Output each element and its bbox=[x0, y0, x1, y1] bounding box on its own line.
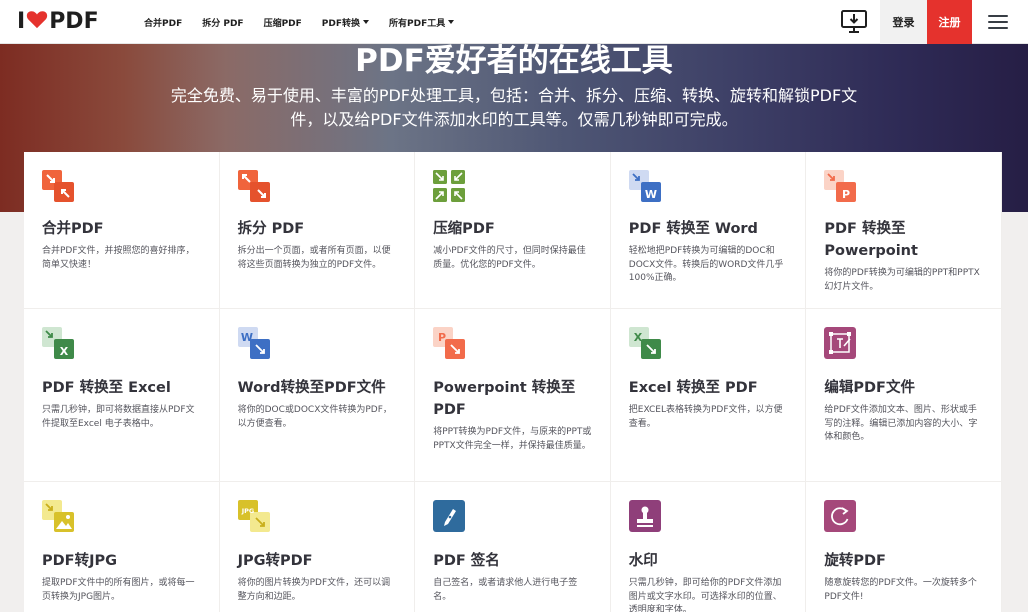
pdf-to-excel-icon: X bbox=[42, 327, 74, 359]
tool-description: 只需几秒钟，即可将数据直接从PDF文件提取至Excel 电子表格中。 bbox=[42, 405, 195, 429]
tool-description: 随意旋转您的PDF文件。一次旋转多个PDF文件! bbox=[824, 578, 977, 602]
tool-description: 轻松地把PDF转换为可编辑的DOC和DOCX文件。转换后的WORD文件几乎100… bbox=[628, 246, 784, 283]
tool-title: Word转换至PDF文件 bbox=[237, 380, 386, 396]
svg-text:X: X bbox=[60, 345, 69, 358]
tool-card-watermark[interactable]: 水印 只需几秒钟，即可给你的PDF文件添加图片或文字水印。可选择水印的位置、透明… bbox=[610, 482, 807, 612]
pdf-to-ppt-icon: P bbox=[824, 170, 857, 202]
rotate-pdf-icon bbox=[824, 500, 857, 532]
tool-card-rotate-pdf[interactable]: 旋转PDF 随意旋转您的PDF文件。一次旋转多个PDF文件! bbox=[806, 482, 1002, 612]
tool-description: 拆分出一个页面，或者所有页面，以便将这些页面转换为独立的PDF文件。 bbox=[237, 246, 391, 270]
tool-title: PDF转JPG bbox=[42, 553, 117, 569]
caret-down-icon bbox=[363, 20, 370, 24]
tool-card-pdf-to-jpg[interactable]: PDF转JPG 提取PDF文件中的所有图片，或将每一页转换为JPG图片。 bbox=[24, 482, 220, 612]
nav-label: 拆分 PDF bbox=[202, 18, 244, 29]
tool-title: 编辑PDF文件 bbox=[824, 380, 915, 396]
login-button[interactable]: 登录 bbox=[880, 0, 927, 44]
compress-icon bbox=[433, 170, 466, 202]
tool-card-word-to-pdf[interactable]: W Word转换至PDF文件 将你的DOC或DOCX文件转换为PDF，以方便查看… bbox=[219, 309, 416, 482]
tool-card-jpg-to-pdf[interactable]: JPG JPG转PDF 将你的图片转换为PDF文件，还可以调整方向和边距。 bbox=[219, 482, 416, 612]
word-to-pdf-icon: W bbox=[237, 327, 270, 359]
nav-label: PDF转换 bbox=[321, 18, 361, 29]
tool-description: 自己签名，或者请求他人进行电子签名。 bbox=[433, 578, 578, 602]
tool-description: 把EXCEL表格转换为PDF文件，以方便查看。 bbox=[628, 405, 783, 429]
svg-text:W: W bbox=[241, 331, 253, 344]
register-button[interactable]: 注册 bbox=[927, 0, 972, 44]
tool-title: JPG转PDF bbox=[237, 553, 313, 569]
tool-description: 将PPT转换为PDF文件，与原来的PPT或PPTX文件完全一样，并保持最佳质量。 bbox=[433, 427, 592, 451]
tool-description: 减小PDF文件的尺寸，但同时保持最佳质量。优化您的PDF文件。 bbox=[433, 246, 586, 270]
tool-description: 给PDF文件添加文本、图片、形状或手写的注释。编辑已添加内容的大小、字体和颜色。 bbox=[824, 405, 978, 442]
subtitle-line-1: 完全免费、易于使用、丰富的PDF处理工具，包括：合并、拆分、压缩、转换、旋转和解… bbox=[170, 86, 858, 105]
svg-text:P: P bbox=[438, 331, 446, 344]
tool-description: 提取PDF文件中的所有图片，或将每一页转换为JPG图片。 bbox=[42, 578, 195, 602]
pdf-to-word-icon: W bbox=[628, 170, 661, 202]
desktop-app-button[interactable] bbox=[838, 8, 870, 36]
tool-description: 合并PDF文件，并按照您的喜好排序，简单又快速！ bbox=[42, 246, 195, 270]
tools-grid: 合并PDF 合并PDF文件，并按照您的喜好排序，简单又快速！ 拆分 PDF 拆分… bbox=[24, 152, 1002, 612]
top-navbar: I PDF 合并PDF 拆分 PDF 压缩PDF PDF转换 所有PDF工具 登… bbox=[0, 0, 1028, 44]
watermark-stamp-icon bbox=[628, 500, 661, 532]
tool-title: 拆分 PDF bbox=[237, 221, 305, 237]
svg-text:W: W bbox=[645, 188, 657, 201]
desktop-download-icon bbox=[841, 10, 867, 33]
tool-description: 将你的PDF转换为可编辑的PPT和PPTX幻灯片文件。 bbox=[824, 268, 980, 292]
subtitle-line-2: 件，以及给PDF文件添加水印的工具等。仅需几秒钟即可完成。 bbox=[290, 110, 738, 129]
logo-letters-pdf: PDF bbox=[49, 9, 99, 34]
tool-description: 将你的DOC或DOCX文件转换为PDF，以方便查看。 bbox=[237, 405, 392, 429]
tool-title: 旋转PDF bbox=[824, 553, 886, 569]
nav-label: 所有PDF工具 bbox=[389, 18, 446, 29]
tool-card-pdf-to-powerpoint[interactable]: P PDF 转换至 Powerpoint 将你的PDF转换为可编辑的PPT和PP… bbox=[806, 152, 1002, 309]
excel-to-pdf-icon: X bbox=[628, 327, 661, 359]
nav-all-tools-dropdown[interactable]: 所有PDF工具 bbox=[389, 16, 455, 29]
tool-title: PDF 转换至 Word bbox=[628, 221, 758, 237]
tool-card-edit-pdf[interactable]: 编辑PDF文件 给PDF文件添加文本、图片、形状或手写的注释。编辑已添加内容的大… bbox=[806, 309, 1002, 482]
heart-icon bbox=[26, 9, 48, 34]
nav-label: 压缩PDF bbox=[263, 18, 302, 29]
tool-title: 合并PDF bbox=[42, 221, 104, 237]
tool-card-compress-pdf[interactable]: 压缩PDF 减小PDF文件的尺寸，但同时保持最佳质量。优化您的PDF文件。 bbox=[415, 152, 611, 309]
nav-split-pdf[interactable]: 拆分 PDF bbox=[202, 16, 243, 29]
tool-card-merge-pdf[interactable]: 合并PDF 合并PDF文件，并按照您的喜好排序，简单又快速！ bbox=[24, 152, 220, 309]
tool-title: 压缩PDF bbox=[433, 221, 495, 237]
nav-label: 合并PDF bbox=[144, 18, 183, 29]
pdf-to-jpg-icon bbox=[42, 500, 74, 532]
svg-text:X: X bbox=[634, 331, 643, 344]
tool-title: PDF 签名 bbox=[433, 553, 500, 569]
split-icon bbox=[237, 170, 270, 202]
tool-card-powerpoint-to-pdf[interactable]: P Powerpoint 转换至 PDF 将PPT转换为PDF文件，与原来的PP… bbox=[415, 309, 611, 482]
tool-title: PDF 转换至 Excel bbox=[42, 380, 171, 396]
tool-card-pdf-to-excel[interactable]: X PDF 转换至 Excel 只需几秒钟，即可将数据直接从PDF文件提取至Ex… bbox=[24, 309, 220, 482]
nav-convert-pdf-dropdown[interactable]: PDF转换 bbox=[321, 16, 370, 29]
nav-merge-pdf[interactable]: 合并PDF bbox=[144, 16, 182, 29]
tool-card-split-pdf[interactable]: 拆分 PDF 拆分出一个页面，或者所有页面，以便将这些页面转换为独立的PDF文件… bbox=[219, 152, 416, 309]
tool-card-sign-pdf[interactable]: PDF 签名 自己签名，或者请求他人进行电子签名。 bbox=[415, 482, 611, 612]
svg-text:JPG: JPG bbox=[240, 507, 254, 515]
tool-title: 水印 bbox=[628, 553, 658, 569]
tool-title: Excel 转换至 PDF bbox=[628, 380, 758, 396]
tool-description: 将你的图片转换为PDF文件，还可以调整方向和边距。 bbox=[237, 578, 391, 602]
caret-down-icon bbox=[448, 20, 455, 24]
sign-pdf-icon bbox=[433, 500, 466, 532]
edit-pdf-icon bbox=[824, 327, 857, 359]
page-title: PDF爱好者的在线工具 bbox=[355, 43, 673, 79]
page-subtitle: 完全免费、易于使用、丰富的PDF处理工具，包括：合并、拆分、压缩、转换、旋转和解… bbox=[150, 84, 878, 132]
nav-compress-pdf[interactable]: 压缩PDF bbox=[264, 16, 302, 29]
ppt-to-pdf-icon: P bbox=[433, 327, 466, 359]
hamburger-menu-icon[interactable] bbox=[986, 12, 1010, 32]
tool-description: 只需几秒钟，即可给你的PDF文件添加图片或文字水印。可选择水印的位置、透明度和字… bbox=[628, 578, 782, 612]
jpg-to-pdf-icon: JPG bbox=[237, 500, 270, 532]
ilovepdf-logo[interactable]: I PDF bbox=[17, 9, 99, 34]
merge-icon bbox=[42, 170, 74, 202]
main-nav: 合并PDF 拆分 PDF 压缩PDF PDF转换 所有PDF工具 bbox=[144, 0, 474, 44]
logo-letter-i: I bbox=[17, 9, 26, 34]
tool-card-excel-to-pdf[interactable]: X Excel 转换至 PDF 把EXCEL表格转换为PDF文件，以方便查看。 bbox=[610, 309, 807, 482]
tool-card-pdf-to-word[interactable]: W PDF 转换至 Word 轻松地把PDF转换为可编辑的DOC和DOCX文件。… bbox=[610, 152, 807, 309]
tool-title: Powerpoint 转换至 PDF bbox=[433, 380, 576, 418]
svg-text:P: P bbox=[842, 188, 850, 201]
tool-title: PDF 转换至 Powerpoint bbox=[824, 221, 918, 259]
